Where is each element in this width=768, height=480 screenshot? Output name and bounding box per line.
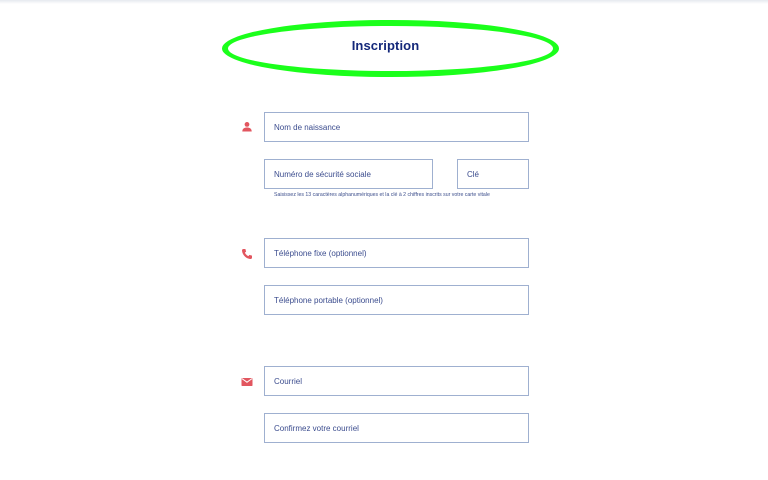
phone-icon [241,248,253,260]
ssn-input[interactable] [265,160,432,188]
registration-page: Inscription Saisissez les 13 caractères … [0,0,768,480]
mobile-phone-field[interactable] [264,285,529,315]
person-icon [241,121,253,133]
confirm-email-field[interactable] [264,413,529,443]
birth-name-field[interactable] [264,112,529,142]
mail-icon [241,376,253,388]
email-field[interactable] [264,366,529,396]
landline-phone-input[interactable] [265,239,528,267]
email-input[interactable] [265,367,528,395]
birth-name-input[interactable] [265,113,528,141]
ssn-key-field[interactable] [457,159,529,189]
ssn-field[interactable] [264,159,433,189]
top-shadow [0,0,768,4]
page-title: Inscription [351,38,420,53]
mobile-phone-input[interactable] [265,286,528,314]
ssn-key-input[interactable] [458,160,528,188]
ssn-helper-text: Saisissez les 13 caractères alphanumériq… [274,192,490,198]
landline-phone-field[interactable] [264,238,529,268]
confirm-email-input[interactable] [265,414,528,442]
